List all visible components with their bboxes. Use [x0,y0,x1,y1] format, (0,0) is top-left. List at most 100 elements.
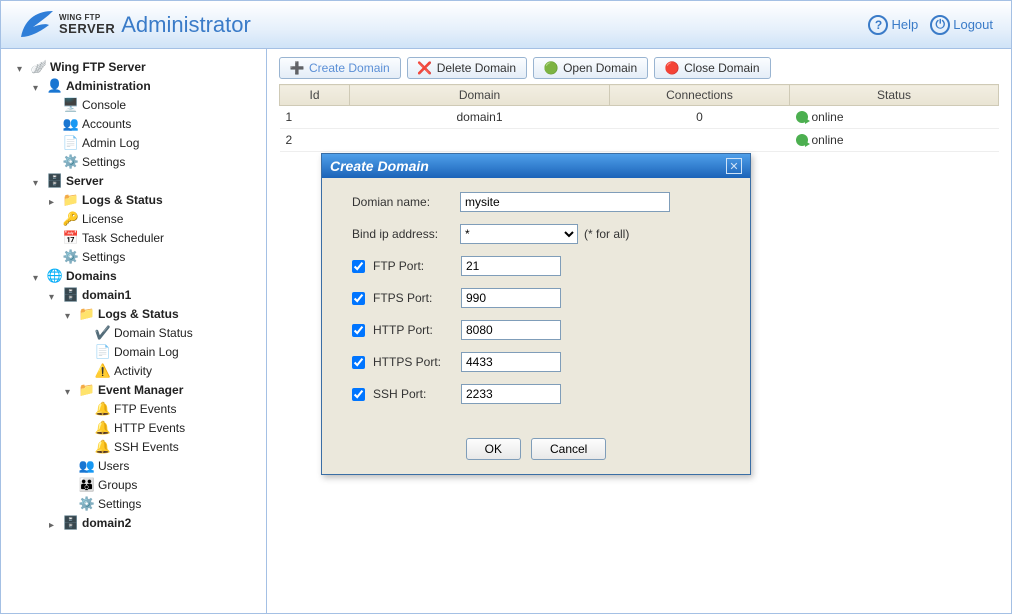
tree-event-manager[interactable]: 📁Event Manager [63,381,262,399]
ftps-port-checkbox[interactable] [352,292,365,305]
tree-d1-logs[interactable]: 📁Logs & Status [63,305,262,323]
dialog-titlebar[interactable]: Create Domain ✕ [322,154,750,178]
collapse-icon[interactable] [65,385,76,396]
tree-server-logs[interactable]: 📁Logs & Status [47,191,262,209]
tree-domain-status[interactable]: ✔️Domain Status [79,324,262,342]
http-port-checkbox[interactable] [352,324,365,337]
logo-text-bottom: SERVER [59,22,115,35]
log-icon: 📄 [95,344,111,360]
tree-domain2[interactable]: 🗄️domain2 [47,514,262,532]
add-icon: ➕ [290,61,304,75]
th-status[interactable]: Status [790,85,999,106]
create-domain-button[interactable]: ➕Create Domain [279,57,401,79]
http-port-input[interactable] [461,320,561,340]
toolbar: ➕Create Domain ❌Delete Domain 🟢Open Doma… [279,57,999,79]
collapse-icon[interactable] [33,81,44,92]
tree-admin-log[interactable]: 📄Admin Log [47,134,262,152]
table-row[interactable]: 1 domain1 0 online [280,106,999,129]
logout-button[interactable]: ⏻ Logout [930,15,993,35]
check-icon: ✔️ [95,325,111,341]
domain-name-label: Domian name: [352,195,460,209]
wing-logo-icon [19,7,55,43]
tree-users[interactable]: 👥Users [63,457,262,475]
event-icon: 🔔 [95,401,111,417]
online-icon [796,111,808,123]
app-logo: WING FTP SERVER [19,7,115,43]
bind-ip-label: Bind ip address: [352,227,460,241]
tree-console[interactable]: 🖥️Console [47,96,262,114]
cell-connections [610,129,790,152]
accounts-icon: 👥 [63,116,79,132]
event-icon: 🔔 [95,439,111,455]
tree-ftp-events[interactable]: 🔔FTP Events [79,400,262,418]
collapse-icon[interactable] [65,309,76,320]
collapse-icon[interactable] [17,62,28,73]
activity-icon: ⚠️ [95,363,111,379]
tree-groups[interactable]: 👪Groups [63,476,262,494]
close-icon: 🔴 [665,61,679,75]
folder-icon: 📁 [63,192,79,208]
tree-ssh-events[interactable]: 🔔SSH Events [79,438,262,456]
tree-administration[interactable]: 👤Administration [31,77,262,95]
th-domain[interactable]: Domain [350,85,610,106]
ftps-port-input[interactable] [461,288,561,308]
tree-domains[interactable]: 🌐Domains [31,267,262,285]
console-icon: 🖥️ [63,97,79,113]
th-id[interactable]: Id [280,85,350,106]
cancel-button[interactable]: Cancel [531,438,606,460]
dialog-close-button[interactable]: ✕ [726,158,742,174]
ftp-port-checkbox[interactable] [352,260,365,273]
collapse-icon[interactable] [33,271,44,282]
ssh-port-label: SSH Port: [373,387,461,401]
close-domain-button[interactable]: 🔴Close Domain [654,57,770,79]
cell-status: online [790,106,999,129]
globe-icon: 🌐 [47,268,63,284]
tree-admin-settings[interactable]: ⚙️Settings [47,153,262,171]
table-row[interactable]: 2 online [280,129,999,152]
ftp-port-label: FTP Port: [373,259,461,273]
expand-icon[interactable] [49,195,60,206]
ssh-port-input[interactable] [461,384,561,404]
tree-d1-settings[interactable]: ⚙️Settings [63,495,262,513]
delete-domain-button[interactable]: ❌Delete Domain [407,57,527,79]
online-icon [796,134,808,146]
tree-license[interactable]: 🔑License [47,210,262,228]
tree-activity[interactable]: ⚠️Activity [79,362,262,380]
folder-icon: 📁 [79,306,95,322]
cell-id: 1 [280,106,350,129]
domain-name-input[interactable] [460,192,670,212]
bind-ip-select[interactable]: * [460,224,578,244]
server-icon: 🗄️ [47,173,63,189]
https-port-checkbox[interactable] [352,356,365,369]
cell-connections: 0 [610,106,790,129]
logout-label: Logout [953,17,993,32]
gear-icon: ⚙️ [79,496,95,512]
log-icon: 📄 [63,135,79,151]
drive-icon: 🗄️ [63,287,79,303]
user-icon: 👤 [47,78,63,94]
dialog-title-text: Create Domain [330,158,429,174]
ssh-port-checkbox[interactable] [352,388,365,401]
tree-task-scheduler[interactable]: 📅Task Scheduler [47,229,262,247]
help-button[interactable]: ? Help [868,15,918,35]
tree-accounts[interactable]: 👥Accounts [47,115,262,133]
expand-icon[interactable] [49,518,60,529]
ftp-port-input[interactable] [461,256,561,276]
gear-icon: ⚙️ [63,249,79,265]
collapse-icon[interactable] [33,176,44,187]
tree-domain1[interactable]: 🗄️domain1 [47,286,262,304]
collapse-icon[interactable] [49,290,60,301]
app-title: Administrator [121,12,251,38]
tree-http-events[interactable]: 🔔HTTP Events [79,419,262,437]
tree-server-settings[interactable]: ⚙️Settings [47,248,262,266]
ok-button[interactable]: OK [466,438,521,460]
tree-root[interactable]: 🪽Wing FTP Server [15,58,262,76]
bind-ip-hint: (* for all) [584,227,629,241]
tree-server[interactable]: 🗄️Server [31,172,262,190]
tree-domain-log[interactable]: 📄Domain Log [79,343,262,361]
th-connections[interactable]: Connections [610,85,790,106]
open-domain-button[interactable]: 🟢Open Domain [533,57,648,79]
event-icon: 🔔 [95,420,111,436]
https-port-label: HTTPS Port: [373,355,461,369]
https-port-input[interactable] [461,352,561,372]
